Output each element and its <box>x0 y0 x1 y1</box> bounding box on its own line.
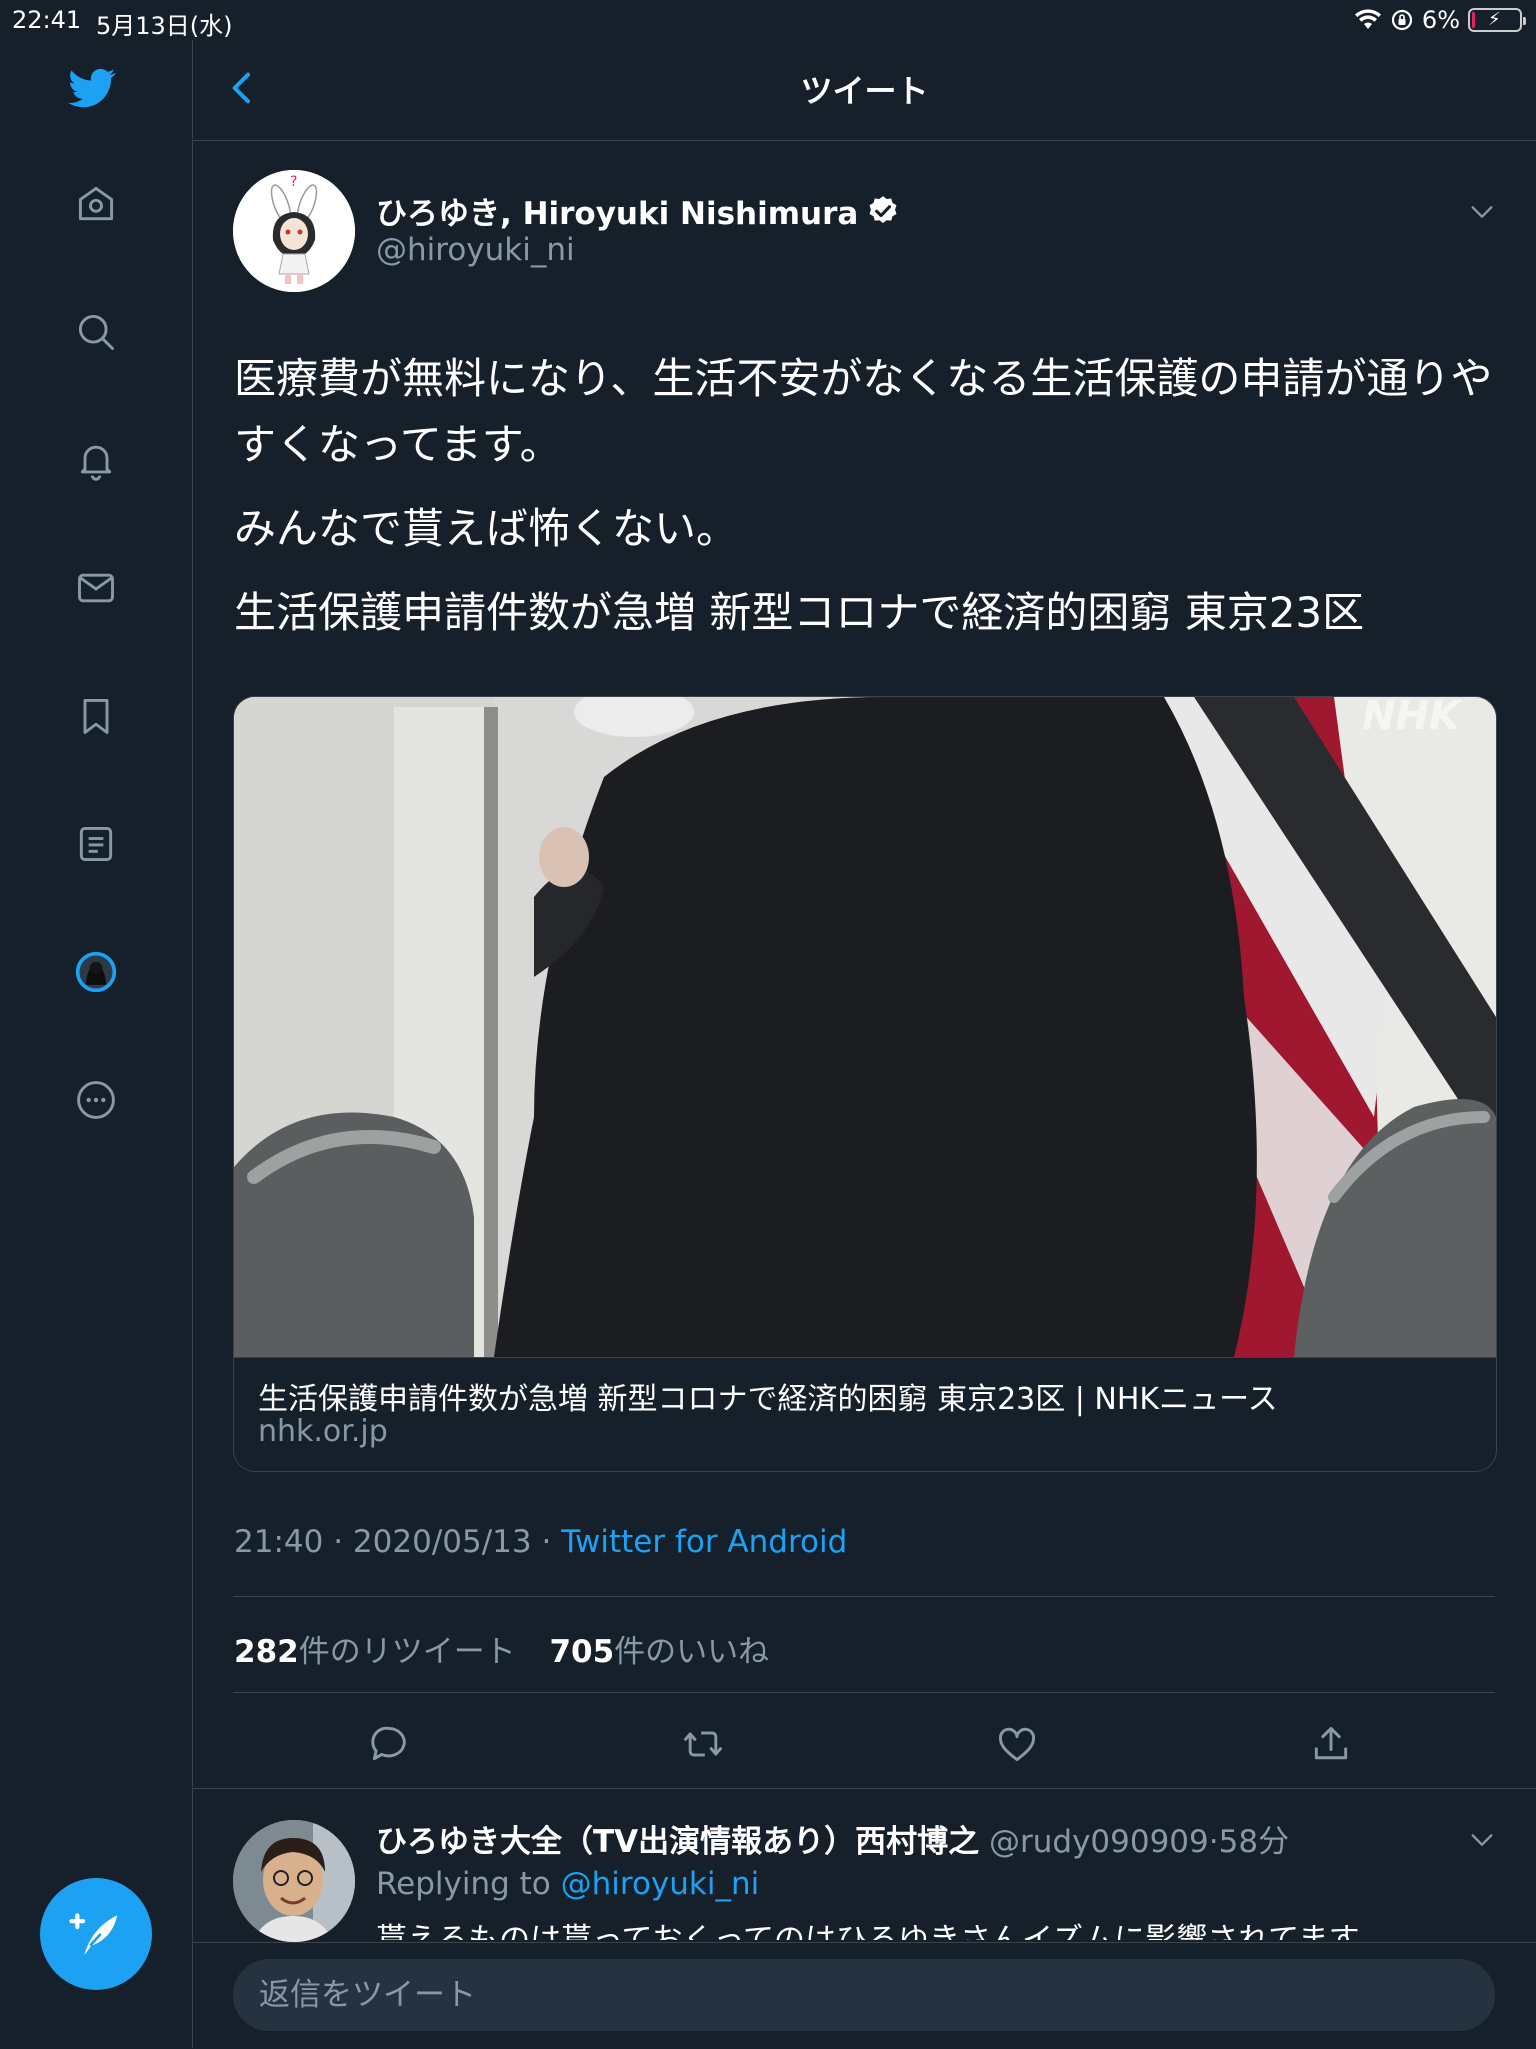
lists-icon[interactable] <box>72 820 120 868</box>
sidebar-nav <box>0 40 193 2048</box>
replying-to: Replying to @hiroyuki_ni <box>376 1866 759 1902</box>
status-time: 22:41 <box>12 6 82 34</box>
retweet-button[interactable] <box>681 1722 725 1766</box>
rotation-lock-icon <box>1391 9 1413 31</box>
verified-badge-icon <box>869 195 897 223</box>
chevron-down-icon <box>1471 1834 1493 1846</box>
replying-prefix: Replying to <box>376 1866 551 1902</box>
link-card[interactable]: NHK 生活保護申請件数が急増 新型コロナで経済的困窮 東京23区 | NHKニ… <box>233 696 1497 1472</box>
tweet-menu-button[interactable] <box>1468 198 1496 226</box>
heart-icon <box>999 1727 1035 1762</box>
likes-count: 705 <box>549 1634 615 1670</box>
compose-tweet-button[interactable] <box>40 1878 152 1990</box>
card-info: 生活保護申請件数が急増 新型コロナで経済的困窮 東京23区 | NHKニュース … <box>234 1357 1496 1471</box>
author-display-name: ひろゆき, Hiroyuki Nishimura <box>376 196 859 232</box>
divider <box>233 1692 1495 1693</box>
author-name[interactable]: ひろゆき, Hiroyuki Nishimura <box>376 188 900 233</box>
card-domain: nhk.or.jp <box>258 1414 388 1449</box>
retweets-count: 282 <box>234 1634 299 1670</box>
reply-age: 58分 <box>1218 1824 1290 1860</box>
reply-menu-button[interactable] <box>1468 1826 1496 1854</box>
status-date: 5月13日(水) <box>96 12 233 40</box>
status-indicators: 6% ⚡ <box>1354 6 1526 34</box>
tweet-body: 医療費が無料になり、生活不安がなくなる生活保護の申請が通りやすくなってます。 み… <box>234 346 1504 664</box>
likes-label: 件のいいね <box>614 1634 770 1670</box>
twitter-logo-icon[interactable] <box>68 64 116 112</box>
status-bar: 22:41 5月13日(水) 6% ⚡ <box>0 0 1536 40</box>
share-icon <box>1314 1726 1348 1760</box>
bookmarks-icon[interactable] <box>72 692 120 740</box>
messages-mail-icon[interactable] <box>72 564 120 612</box>
avatar-illustration: ? <box>233 170 355 292</box>
tweet-paragraph: みんなで貰えば怖くない。 <box>234 504 739 553</box>
top-header: ツイート <box>193 40 1536 141</box>
reply-bubble-icon <box>371 1726 406 1761</box>
search-icon[interactable] <box>72 308 120 356</box>
reply-author-handle: @rudy090909 <box>989 1824 1209 1860</box>
author-handle[interactable]: @hiroyuki_ni <box>376 232 575 268</box>
battery-percent: 6% <box>1421 6 1460 34</box>
retweets-stat[interactable]: 282件のリツイート <box>234 1634 516 1670</box>
retweets-label: 件のリツイート <box>298 1634 516 1670</box>
battery-icon: ⚡ <box>1468 8 1526 32</box>
reply-text-snippet: 貰えるものは貰っておくってのはひろゆきさんイズムに影響されてます <box>376 1922 1360 1940</box>
tweet-time: 21:40 <box>234 1524 324 1560</box>
tweet-stats: 282件のリツイート 705件のいいね <box>234 1626 769 1671</box>
profile-avatar-icon[interactable] <box>72 948 120 996</box>
reply-button[interactable] <box>367 1722 411 1766</box>
reply-bar: 返信をツイート <box>193 1942 1536 2049</box>
divider <box>233 1596 1495 1597</box>
charging-bolt-icon: ⚡ <box>1488 9 1501 30</box>
svg-text:?: ? <box>290 174 297 190</box>
tweet-paragraph: 医療費が無料になり、生活不安がなくなる生活保護の申請が通りやすくなってます。 <box>234 354 1493 469</box>
like-button[interactable] <box>995 1722 1039 1766</box>
compose-feather-icon <box>69 1913 117 1955</box>
tweet-date: 2020/05/13 <box>352 1524 532 1560</box>
reply-author-name: ひろゆき大全（TV出演情報あり）西村博之 <box>376 1824 980 1860</box>
page-title: ツイート <box>800 72 929 110</box>
reply-author-avatar[interactable] <box>233 1820 355 1942</box>
author-avatar[interactable]: ? <box>233 170 355 292</box>
more-options-icon[interactable] <box>72 1076 120 1124</box>
tweet-source-link[interactable]: Twitter for Android <box>561 1524 847 1560</box>
news-photo <box>234 697 1496 1357</box>
tweet-actions <box>233 1714 1495 1774</box>
reply-avatar-photo <box>233 1820 355 1942</box>
card-image: NHK <box>234 697 1496 1357</box>
replying-handle-link[interactable]: @hiroyuki_ni <box>561 1866 760 1902</box>
share-button[interactable] <box>1309 1722 1353 1766</box>
divider <box>193 1788 1536 1789</box>
tweet-paragraph: 生活保護申請件数が急増 新型コロナで経済的困窮 東京23区 <box>234 588 1365 637</box>
retweet-icon <box>683 1731 723 1757</box>
reply-author-line[interactable]: ひろゆき大全（TV出演情報あり）西村博之 @rudy090909·58分 <box>376 1816 1289 1861</box>
nhk-watermark: NHK <box>1362 697 1460 739</box>
likes-stat[interactable]: 705件のいいね <box>549 1634 769 1670</box>
wifi-icon <box>1354 9 1381 29</box>
chevron-down-icon <box>1471 206 1493 218</box>
tweet-meta: 21:40 · 2020/05/13 · Twitter for Android <box>234 1524 848 1560</box>
battery-fill <box>1472 12 1475 28</box>
card-title: 生活保護申請件数が急増 新型コロナで経済的困窮 東京23区 | NHKニュース <box>258 1382 1278 1417</box>
notifications-bell-icon[interactable] <box>72 436 120 484</box>
reply-input[interactable]: 返信をツイート <box>233 1959 1495 2031</box>
home-icon[interactable] <box>72 180 120 228</box>
